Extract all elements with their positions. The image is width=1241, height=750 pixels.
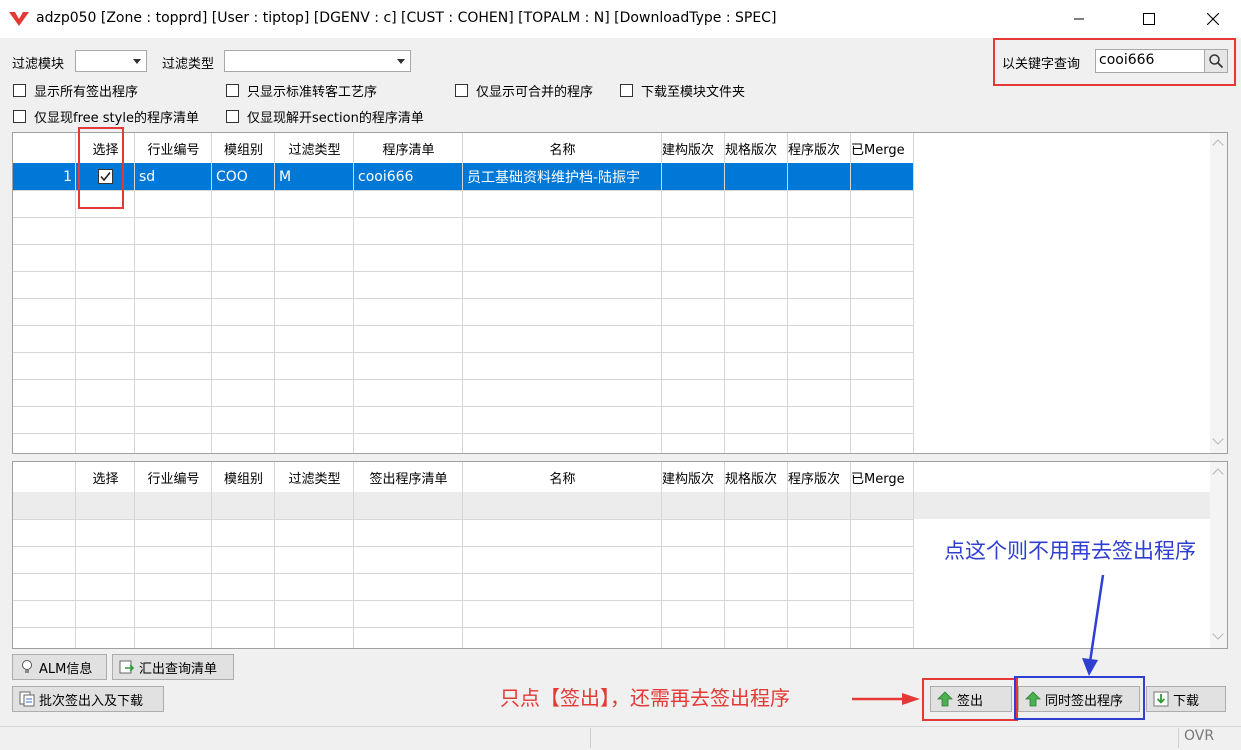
download-icon [1153, 691, 1169, 707]
annotation-blue-text: 点这个则不用再去签出程序 [944, 539, 1196, 563]
row-name: 员工基础资料维护档-陆振宇 [467, 169, 641, 186]
chevron-down-icon [133, 59, 141, 64]
column-header-build-version[interactable]: 建构版次 [662, 133, 725, 163]
annotation-red-text: 只点【签出】，还需再去签出程序 [500, 686, 790, 710]
column-header-name[interactable]: 名称 [463, 462, 662, 492]
chevron-down-icon [397, 59, 405, 64]
row-number: 1 [63, 168, 72, 185]
checkbox-show-all-checkout[interactable]: 显示所有签出程序 [13, 81, 138, 100]
status-divider [1178, 728, 1179, 748]
checkbox-label: 只显示标准转客工艺序 [247, 85, 378, 100]
search-label: 以关键字查询 [1002, 57, 1081, 72]
batch-icon [19, 691, 35, 707]
row-industry: sd [139, 168, 156, 185]
checkout-button-highlight [922, 678, 1018, 721]
column-header-program-version[interactable]: 程序版次 [788, 133, 851, 163]
column-header-program-list[interactable]: 程序清单 [354, 133, 463, 163]
vertical-scrollbar[interactable] [1210, 133, 1227, 453]
scroll-up-icon[interactable] [1212, 139, 1224, 151]
search-input[interactable]: cooi666 [1095, 49, 1205, 73]
close-icon [1207, 13, 1219, 25]
status-ovr: OVR [1184, 728, 1215, 744]
export-icon [119, 659, 135, 675]
checkbox-box[interactable] [455, 84, 468, 97]
column-header-checkout-program-list[interactable]: 签出程序清单 [354, 462, 463, 492]
batch-checkout-download-label: 批次签出入及下载 [39, 693, 144, 709]
scroll-down-icon[interactable] [1212, 433, 1224, 445]
maximize-icon [1143, 13, 1155, 25]
checkout-with-program-highlight [1014, 676, 1145, 720]
blue-arrow-head-icon [1082, 658, 1098, 676]
title-bar: adzp050 [Zone : topprd] [User : tiptop] … [0, 0, 1241, 38]
row-program: cooi666 [358, 168, 414, 185]
export-query-list-button[interactable]: 汇出查询清单 [112, 654, 234, 680]
select-column-highlight [78, 127, 124, 209]
close-button[interactable] [1190, 0, 1236, 38]
column-header-industry[interactable]: 行业编号 [135, 462, 212, 492]
batch-checkout-download-button[interactable]: 批次签出入及下载 [12, 686, 164, 712]
search-button[interactable] [1204, 49, 1228, 73]
column-header-merged[interactable]: 已Merge [851, 462, 914, 492]
vertical-scrollbar[interactable] [1210, 462, 1227, 648]
lightbulb-icon [19, 659, 35, 675]
filter-type-select[interactable] [224, 50, 411, 72]
checkbox-box[interactable] [620, 84, 633, 97]
column-header-select[interactable]: 选择 [76, 462, 135, 492]
download-button[interactable]: 下载 [1146, 686, 1226, 712]
column-header-module[interactable]: 模组别 [212, 133, 275, 163]
status-divider [590, 728, 591, 748]
checkbox-standard-only[interactable]: 只显示标准转客工艺序 [226, 81, 377, 100]
column-header-program-version[interactable]: 程序版次 [788, 462, 851, 492]
row-module: COO [216, 168, 248, 185]
checkbox-label: 仅显现free style的程序清单 [34, 111, 199, 126]
alm-info-label: ALM信息 [39, 661, 93, 677]
scroll-down-icon[interactable] [1212, 628, 1224, 640]
column-header-build-version[interactable]: 建构版次 [662, 462, 725, 492]
checkbox-box[interactable] [226, 84, 239, 97]
checkbox-mergeable-only[interactable]: 仅显示可合并的程序 [455, 81, 593, 100]
column-header-merged[interactable]: 已Merge [851, 133, 914, 163]
checkbox-download-to-module-folder[interactable]: 下载至模块文件夹 [620, 81, 745, 100]
row-filter-type: M [279, 168, 292, 185]
checkbox-label: 显示所有签出程序 [34, 85, 139, 100]
column-header-spec-version[interactable]: 规格版次 [725, 462, 788, 492]
column-header-spec-version[interactable]: 规格版次 [725, 133, 788, 163]
column-header-module[interactable]: 模组别 [212, 462, 275, 492]
checkbox-label: 下载至模块文件夹 [641, 85, 746, 100]
search-icon [1209, 54, 1224, 69]
app-logo-icon [9, 12, 29, 26]
column-header-industry[interactable]: 行业编号 [135, 133, 212, 163]
red-arrow-head-icon [902, 693, 920, 705]
download-label: 下载 [1173, 693, 1200, 709]
alm-info-button[interactable]: ALM信息 [12, 654, 107, 680]
scroll-up-icon[interactable] [1212, 468, 1224, 480]
column-header-name[interactable]: 名称 [463, 133, 662, 163]
checkbox-open-section-only[interactable]: 仅显现解开section的程序清单 [226, 107, 424, 126]
status-bar [0, 726, 1241, 750]
maximize-button[interactable] [1126, 0, 1172, 38]
filter-module-select[interactable] [75, 50, 147, 72]
window-title: adzp050 [Zone : topprd] [User : tiptop] … [36, 10, 777, 26]
checkbox-label: 仅显现解开section的程序清单 [247, 111, 424, 126]
checkbox-free-style-only[interactable]: 仅显现free style的程序清单 [13, 107, 199, 126]
program-list-grid[interactable]: 选择 行业编号 模组别 过滤类型 程序清单 名称 建构版次 规格版次 程序版次 … [12, 132, 1228, 454]
filter-type-label: 过滤类型 [162, 57, 215, 72]
checkbox-label: 仅显示可合并的程序 [476, 85, 594, 100]
minimize-icon [1074, 18, 1084, 20]
checkbox-box[interactable] [226, 110, 239, 123]
minimize-button[interactable] [1056, 0, 1102, 38]
checkbox-box[interactable] [13, 110, 26, 123]
filter-module-label: 过滤模块 [12, 57, 65, 72]
export-query-list-label: 汇出查询清单 [139, 661, 218, 677]
column-header-filter-type[interactable]: 过滤类型 [275, 133, 354, 163]
checkbox-box[interactable] [13, 84, 26, 97]
column-header-filter-type[interactable]: 过滤类型 [275, 462, 354, 492]
